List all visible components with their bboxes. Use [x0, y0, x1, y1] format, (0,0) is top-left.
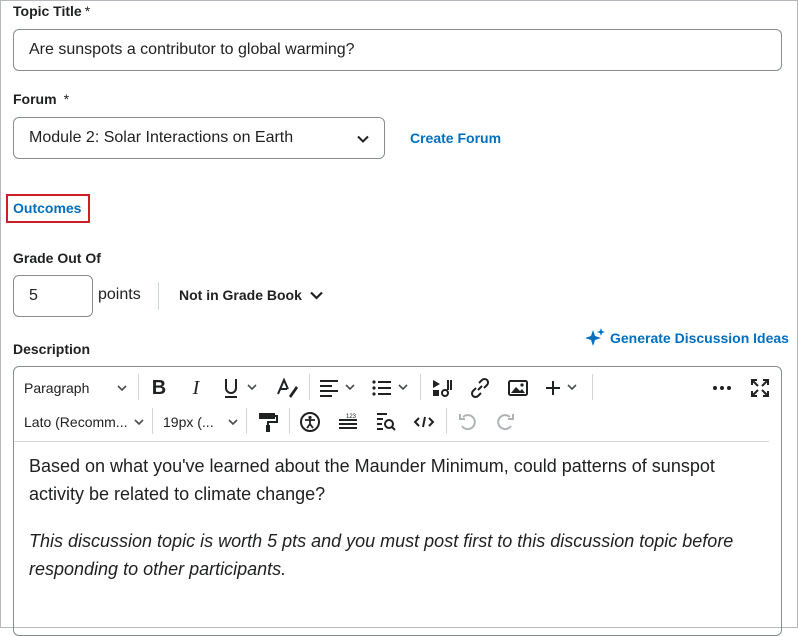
font-family-select[interactable]: Lato (Recomm... — [24, 412, 145, 432]
word-count-glyph: 123 — [339, 414, 357, 429]
fullscreen-icon[interactable] — [749, 376, 771, 400]
points-label: points — [98, 286, 141, 303]
editor-paragraph: Based on what you've learned about the M… — [29, 456, 715, 504]
find-glyph — [377, 413, 396, 431]
code-glyph — [413, 416, 435, 428]
grade-divider — [158, 282, 159, 310]
find-replace-icon[interactable] — [375, 410, 397, 434]
toolbar-separator — [289, 408, 290, 434]
align-left-glyph — [320, 380, 355, 397]
undo-icon[interactable] — [457, 410, 479, 434]
toolbar-separator — [138, 374, 139, 400]
format-painter-icon[interactable] — [257, 410, 279, 434]
font-size-select[interactable]: 19px (... — [163, 412, 238, 432]
generate-ideas-label: Generate Discussion Ideas — [610, 330, 789, 346]
bullet-list-glyph — [372, 380, 408, 396]
paint-roller-glyph — [259, 413, 278, 432]
topic-title-value: Are sunspots a contributor to global war… — [29, 41, 355, 58]
toolbar-separator — [446, 408, 447, 434]
link-icon[interactable] — [469, 376, 491, 400]
text-style-icon[interactable] — [276, 376, 300, 400]
list-icon[interactable] — [371, 376, 411, 400]
toolbar-separator — [592, 374, 593, 400]
chevron-down-icon — [117, 384, 127, 391]
grade-input[interactable]: 5 — [13, 275, 93, 317]
chevron-down-icon — [134, 418, 145, 425]
font-size-label: 19px (... — [163, 414, 214, 430]
description-label: Description — [13, 341, 91, 357]
toolbar-separator — [246, 408, 247, 434]
required-mark: * — [63, 91, 70, 107]
forum-label-text: Forum — [13, 91, 57, 107]
plus-glyph — [546, 381, 577, 395]
grade-label: Grade Out Of — [13, 250, 101, 266]
required-mark: * — [84, 3, 91, 19]
topic-title-input[interactable]: Are sunspots a contributor to global war… — [13, 29, 782, 71]
forum-selected-value: Module 2: Solar Interactions on Earth — [29, 129, 294, 146]
word-count-icon[interactable]: 123 — [337, 410, 359, 434]
insert-more-icon[interactable] — [543, 376, 583, 400]
generate-ideas-button[interactable]: Generate Discussion Ideas — [585, 328, 789, 348]
format-glyph — [277, 377, 298, 398]
source-code-icon[interactable] — [413, 410, 435, 434]
topic-title-label: Topic Title * — [13, 3, 90, 19]
bold-icon[interactable]: B — [149, 376, 169, 400]
chevron-down-icon — [310, 291, 323, 300]
editor-content[interactable]: Based on what you've learned about the M… — [29, 452, 759, 583]
chain-glyph — [470, 377, 490, 399]
toolbar-separator — [420, 374, 421, 400]
italic-icon[interactable]: I — [186, 376, 206, 400]
create-forum-link[interactable]: Create Forum — [410, 130, 501, 146]
chevron-down-icon — [228, 418, 238, 425]
chevron-down-icon — [357, 135, 369, 143]
insert-stuff-glyph — [433, 380, 452, 397]
ellipsis-glyph — [713, 386, 731, 390]
toolbar-divider — [14, 441, 769, 442]
outcomes-link[interactable]: Outcomes — [13, 200, 81, 216]
accessibility-glyph — [300, 412, 320, 432]
grade-value: 5 — [29, 287, 38, 304]
toolbar-separator — [309, 374, 310, 400]
redo-icon[interactable] — [494, 410, 516, 434]
gradebook-dropdown[interactable]: Not in Grade Book — [179, 287, 323, 303]
image-glyph — [508, 380, 528, 396]
undo-glyph — [459, 414, 476, 431]
forum-select[interactable]: Module 2: Solar Interactions on Earth — [13, 117, 385, 159]
paragraph-format-label: Paragraph — [24, 380, 90, 396]
gradebook-label: Not in Grade Book — [179, 287, 302, 303]
expand-glyph — [751, 379, 769, 397]
underline-glyph — [225, 379, 257, 398]
font-family-label: Lato (Recomm... — [24, 414, 128, 430]
image-icon[interactable] — [507, 376, 529, 400]
paragraph-format-select[interactable]: Paragraph — [24, 378, 127, 398]
editor-paragraph-italic: This discussion topic is worth 5 pts and… — [29, 531, 734, 579]
align-icon[interactable] — [318, 376, 358, 400]
accessibility-icon[interactable] — [299, 410, 321, 434]
sparkle-icon — [585, 328, 605, 346]
more-actions-icon[interactable] — [711, 376, 733, 400]
underline-icon[interactable] — [222, 376, 262, 400]
topic-title-text: Topic Title — [13, 3, 82, 19]
insert-stuff-icon[interactable] — [431, 376, 453, 400]
toolbar-separator — [152, 408, 153, 434]
forum-label: Forum * — [13, 91, 69, 107]
redo-glyph — [497, 414, 514, 431]
